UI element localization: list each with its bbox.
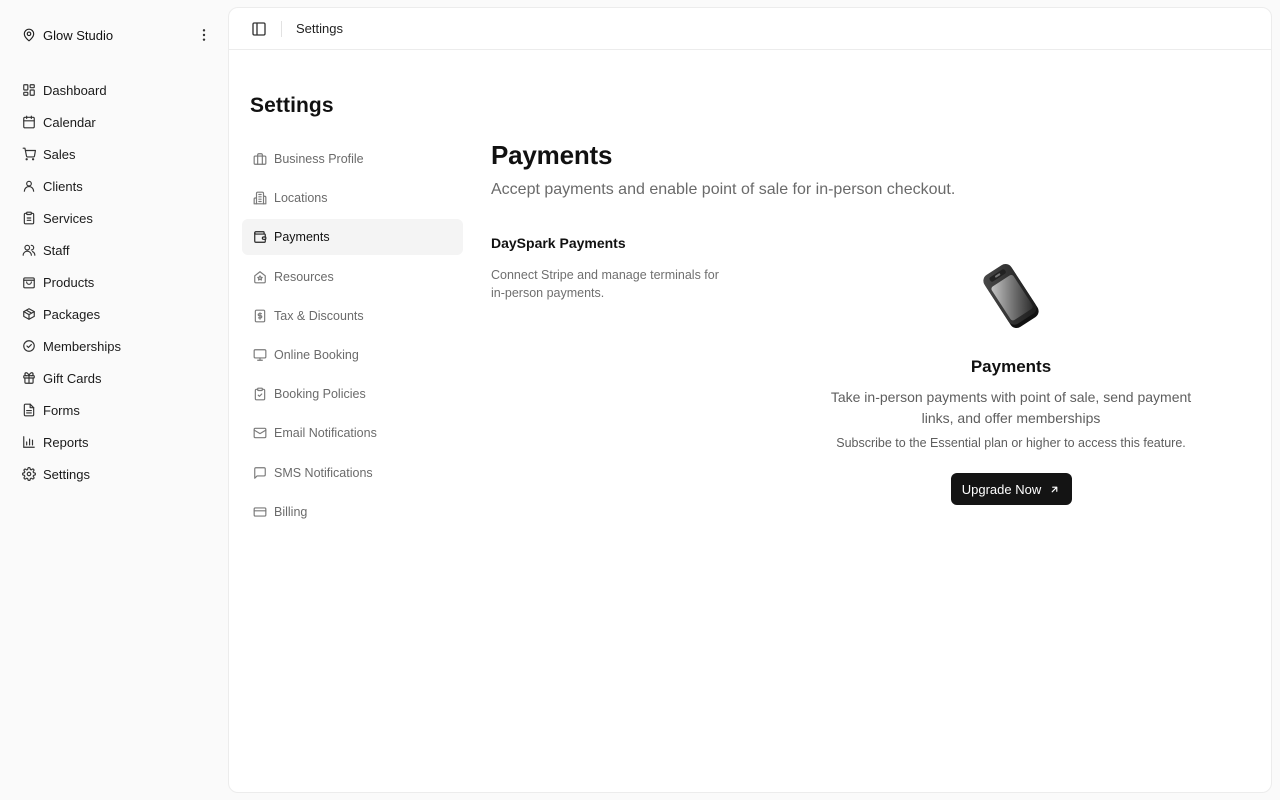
workspace-switcher[interactable]: Glow Studio bbox=[22, 24, 212, 46]
settings-item-label: Booking Policies bbox=[274, 387, 366, 402]
section-title: DaySpark Payments bbox=[491, 235, 626, 251]
sidebar-item-sales[interactable]: Sales bbox=[22, 138, 212, 170]
mail-icon bbox=[253, 426, 267, 440]
sidebar-item-services[interactable]: Services bbox=[22, 202, 212, 234]
settings-item-label: Payments bbox=[274, 230, 330, 245]
sidebar-item-settings[interactable]: Settings bbox=[22, 458, 212, 490]
sidebar-toggle-icon[interactable] bbox=[251, 21, 267, 37]
sidebar-item-label: Memberships bbox=[43, 338, 122, 354]
sidebar-item-label: Sales bbox=[43, 146, 76, 162]
receipt-icon bbox=[253, 309, 267, 323]
badge-check-icon bbox=[22, 339, 36, 353]
breadcrumb: Settings bbox=[296, 21, 343, 36]
sidebar-item-forms[interactable]: Forms bbox=[22, 394, 212, 426]
sidebar-item-dashboard[interactable]: Dashboard bbox=[22, 74, 212, 106]
settings-item-tax-discounts[interactable]: Tax & Discounts bbox=[242, 298, 463, 334]
app-sidebar: Glow Studio Dashboard Calendar Sales Cli… bbox=[0, 0, 228, 800]
bar-chart-icon bbox=[22, 435, 36, 449]
settings-item-billing[interactable]: Billing bbox=[242, 494, 463, 530]
payments-header: Payments Accept payments and enable poin… bbox=[491, 140, 1251, 199]
wallet-icon bbox=[253, 230, 267, 244]
feature-plan-note: Subscribe to the Essential plan or highe… bbox=[836, 436, 1186, 450]
sidebar-item-products[interactable]: Products bbox=[22, 266, 212, 298]
settings-item-email-notifications[interactable]: Email Notifications bbox=[242, 415, 463, 451]
feature-title: Payments bbox=[970, 357, 1052, 376]
upgrade-now-button[interactable]: Upgrade Now bbox=[950, 473, 1072, 505]
settings-item-label: Online Booking bbox=[274, 347, 359, 362]
page-title: Payments bbox=[491, 140, 613, 170]
sidebar-item-label: Reports bbox=[43, 434, 89, 450]
upgrade-feature-card: Payments Take in-person payments with po… bbox=[811, 261, 1211, 505]
credit-card-icon bbox=[253, 505, 267, 519]
package-icon bbox=[22, 307, 36, 321]
settings-item-label: Business Profile bbox=[274, 152, 364, 166]
sidebar-item-label: Gift Cards bbox=[43, 370, 102, 386]
sidebar-item-staff[interactable]: Staff bbox=[22, 234, 212, 266]
monitor-icon bbox=[253, 348, 267, 362]
sidebar-item-calendar[interactable]: Calendar bbox=[22, 106, 212, 138]
map-pin-icon bbox=[22, 28, 36, 42]
section-description: Connect Stripe and manage terminals for … bbox=[491, 268, 719, 300]
settings-item-label: Resources bbox=[274, 269, 334, 284]
sidebar-item-label: Clients bbox=[43, 178, 83, 194]
calendar-icon bbox=[22, 115, 36, 129]
settings-title: Settings bbox=[250, 94, 334, 117]
main-panel: Settings Settings Business Profile Locat… bbox=[228, 7, 1272, 793]
sidebar-item-label: Packages bbox=[43, 306, 101, 322]
settings-item-booking-policies[interactable]: Booking Policies bbox=[242, 376, 463, 412]
settings-item-sms-notifications[interactable]: SMS Notifications bbox=[242, 455, 463, 491]
dashboard-icon bbox=[22, 83, 36, 97]
building-icon bbox=[253, 191, 267, 205]
gift-icon bbox=[22, 371, 36, 385]
settings-item-label: SMS Notifications bbox=[274, 465, 373, 480]
settings-item-business-profile[interactable]: Business Profile bbox=[242, 141, 463, 177]
sidebar-item-label: Products bbox=[43, 274, 95, 290]
arrow-up-right-icon bbox=[1049, 484, 1060, 495]
topbar-divider bbox=[281, 20, 282, 37]
more-options-icon[interactable] bbox=[196, 26, 212, 44]
sidebar-item-clients[interactable]: Clients bbox=[22, 170, 212, 202]
users-icon bbox=[22, 243, 36, 257]
sidebar-item-reports[interactable]: Reports bbox=[22, 426, 212, 458]
workspace-name: Glow Studio bbox=[43, 27, 114, 43]
sidebar-item-label: Dashboard bbox=[43, 82, 107, 98]
sidebar-item-label: Services bbox=[43, 210, 93, 226]
settings-item-resources[interactable]: Resources bbox=[242, 259, 463, 295]
message-icon bbox=[253, 466, 267, 480]
page-subtitle: Accept payments and enable point of sale… bbox=[491, 181, 956, 198]
sidebar-item-label: Settings bbox=[43, 466, 90, 482]
card-terminal-illustration bbox=[976, 261, 1046, 331]
sidebar-item-label: Forms bbox=[43, 402, 80, 418]
sidebar-item-memberships[interactable]: Memberships bbox=[22, 330, 212, 362]
settings-item-label: Billing bbox=[274, 504, 308, 519]
clipboard-check-icon bbox=[253, 387, 267, 401]
settings-item-online-booking[interactable]: Online Booking bbox=[242, 337, 463, 373]
feature-description: Take in-person payments with point of sa… bbox=[830, 389, 1192, 426]
gear-icon bbox=[22, 467, 36, 481]
settings-item-payments[interactable]: Payments bbox=[242, 219, 463, 256]
sidebar-item-gift-cards[interactable]: Gift Cards bbox=[22, 362, 212, 394]
settings-item-locations[interactable]: Locations bbox=[242, 180, 463, 216]
sidebar-item-label: Calendar bbox=[43, 114, 96, 130]
user-icon bbox=[22, 179, 36, 193]
sidebar-item-packages[interactable]: Packages bbox=[22, 298, 212, 330]
main-nav: Dashboard Calendar Sales Clients Service… bbox=[22, 74, 212, 490]
settings-item-label: Tax & Discounts bbox=[274, 308, 364, 323]
clipboard-icon bbox=[22, 211, 36, 225]
briefcase-icon bbox=[253, 152, 267, 166]
sidebar-item-label: Staff bbox=[43, 242, 70, 258]
file-text-icon bbox=[22, 403, 36, 417]
shopping-bag-icon bbox=[22, 275, 36, 289]
settings-item-label: Locations bbox=[274, 191, 328, 206]
resource-house-icon bbox=[253, 270, 267, 284]
top-bar: Settings bbox=[229, 8, 1271, 50]
cart-icon bbox=[22, 147, 36, 161]
upgrade-button-label: Upgrade Now bbox=[961, 481, 1042, 497]
settings-item-label: Email Notifications bbox=[274, 426, 377, 441]
settings-nav: Business Profile Locations Payments Reso… bbox=[242, 141, 463, 533]
